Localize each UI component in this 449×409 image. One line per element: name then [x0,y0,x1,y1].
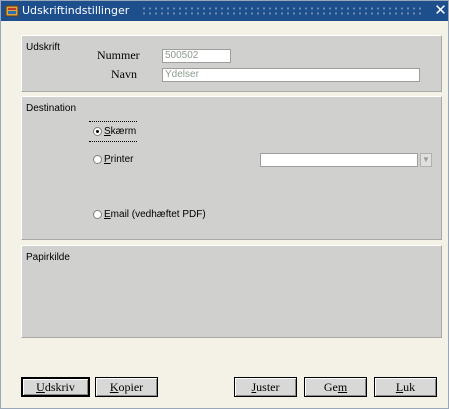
radio-printer-label[interactable]: Printer [104,154,133,165]
gem-button[interactable]: Gem [304,377,367,397]
radio-email[interactable] [93,210,102,219]
kopier-button[interactable]: Kopier [95,377,158,397]
papirkilde-section-label: Papirkilde [26,252,70,263]
udskrift-panel: Udskrift Nummer 500502 Navn Ydelser [21,35,442,92]
radio-printer[interactable] [93,155,102,164]
focus-indicator-top [89,121,137,122]
udskriv-button[interactable]: Udskriv [21,377,90,397]
navn-label: Navn [111,67,137,81]
destination-panel: Destination Skærm Printer ▼ Email (vedhæ… [21,96,442,240]
nummer-label: Nummer [97,48,140,62]
title-bar[interactable]: Udskriftindstillinger ✕ [1,1,448,21]
navn-field[interactable]: Ydelser [162,68,420,82]
window-title: Udskriftindstillinger [22,4,130,17]
radio-skaerm-label[interactable]: Skærm [104,126,136,137]
radio-skaerm[interactable] [93,127,102,136]
destination-section-label: Destination [26,103,77,114]
printer-dropdown-icon[interactable]: ▼ [420,153,432,167]
title-bar-pattern [141,6,423,16]
juster-button[interactable]: Juster [234,377,297,397]
radio-email-label[interactable]: Email (vedhæftet PDF) [104,209,206,220]
focus-indicator-bottom [89,141,137,142]
papirkilde-panel: Papirkilde [21,245,442,338]
app-icon [5,5,19,17]
udskrift-section-label: Udskrift [26,42,60,53]
print-settings-window: Udskriftindstillinger ✕ Udskrift Nummer … [0,0,449,409]
nummer-field[interactable]: 500502 [162,49,231,63]
printer-field[interactable] [260,153,418,167]
close-icon[interactable]: ✕ [433,2,448,19]
luk-button[interactable]: Luk [374,377,437,397]
